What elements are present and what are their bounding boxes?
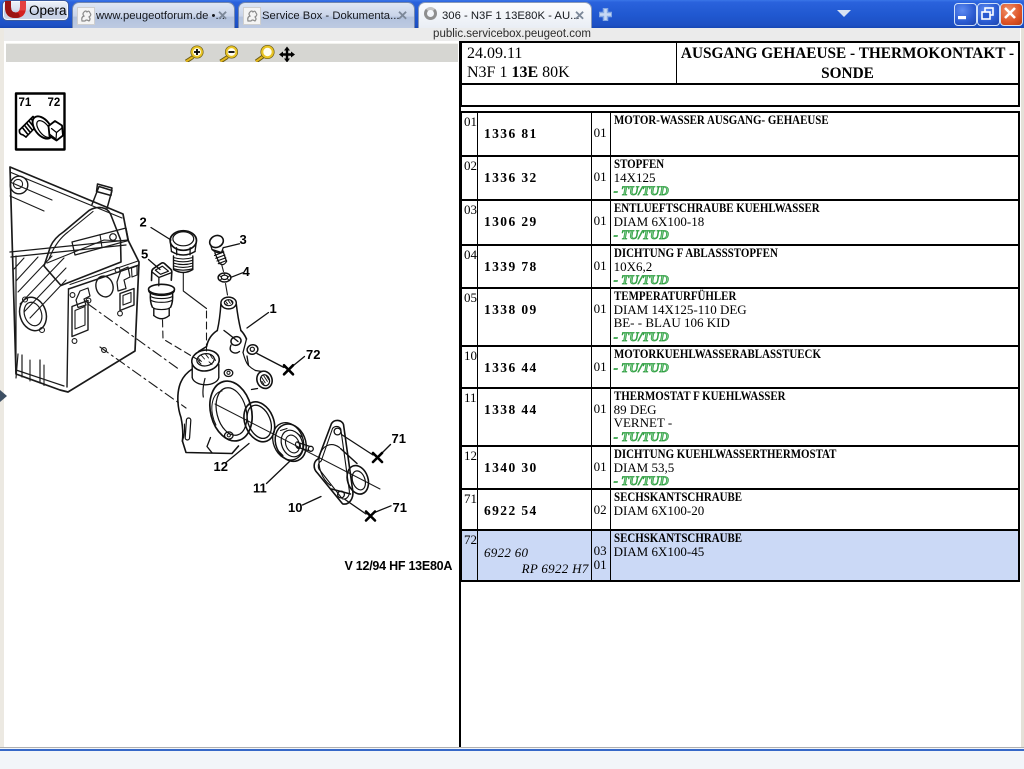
svg-text:1: 1 <box>270 301 277 316</box>
svg-text:4: 4 <box>243 264 251 279</box>
svg-text:10: 10 <box>288 500 302 515</box>
svg-text:12: 12 <box>214 459 228 474</box>
svg-text:72: 72 <box>306 347 320 362</box>
svg-text:71: 71 <box>19 97 32 109</box>
svg-text:3: 3 <box>240 232 247 247</box>
svg-text:71: 71 <box>393 500 407 515</box>
svg-text:72: 72 <box>48 97 61 109</box>
svg-text:2: 2 <box>140 215 147 230</box>
svg-text:11: 11 <box>253 481 267 496</box>
svg-text:V 12/94 HF 13E80A: V 12/94 HF 13E80A <box>345 559 453 573</box>
svg-text:5: 5 <box>141 247 148 262</box>
svg-text:71: 71 <box>392 431 406 446</box>
